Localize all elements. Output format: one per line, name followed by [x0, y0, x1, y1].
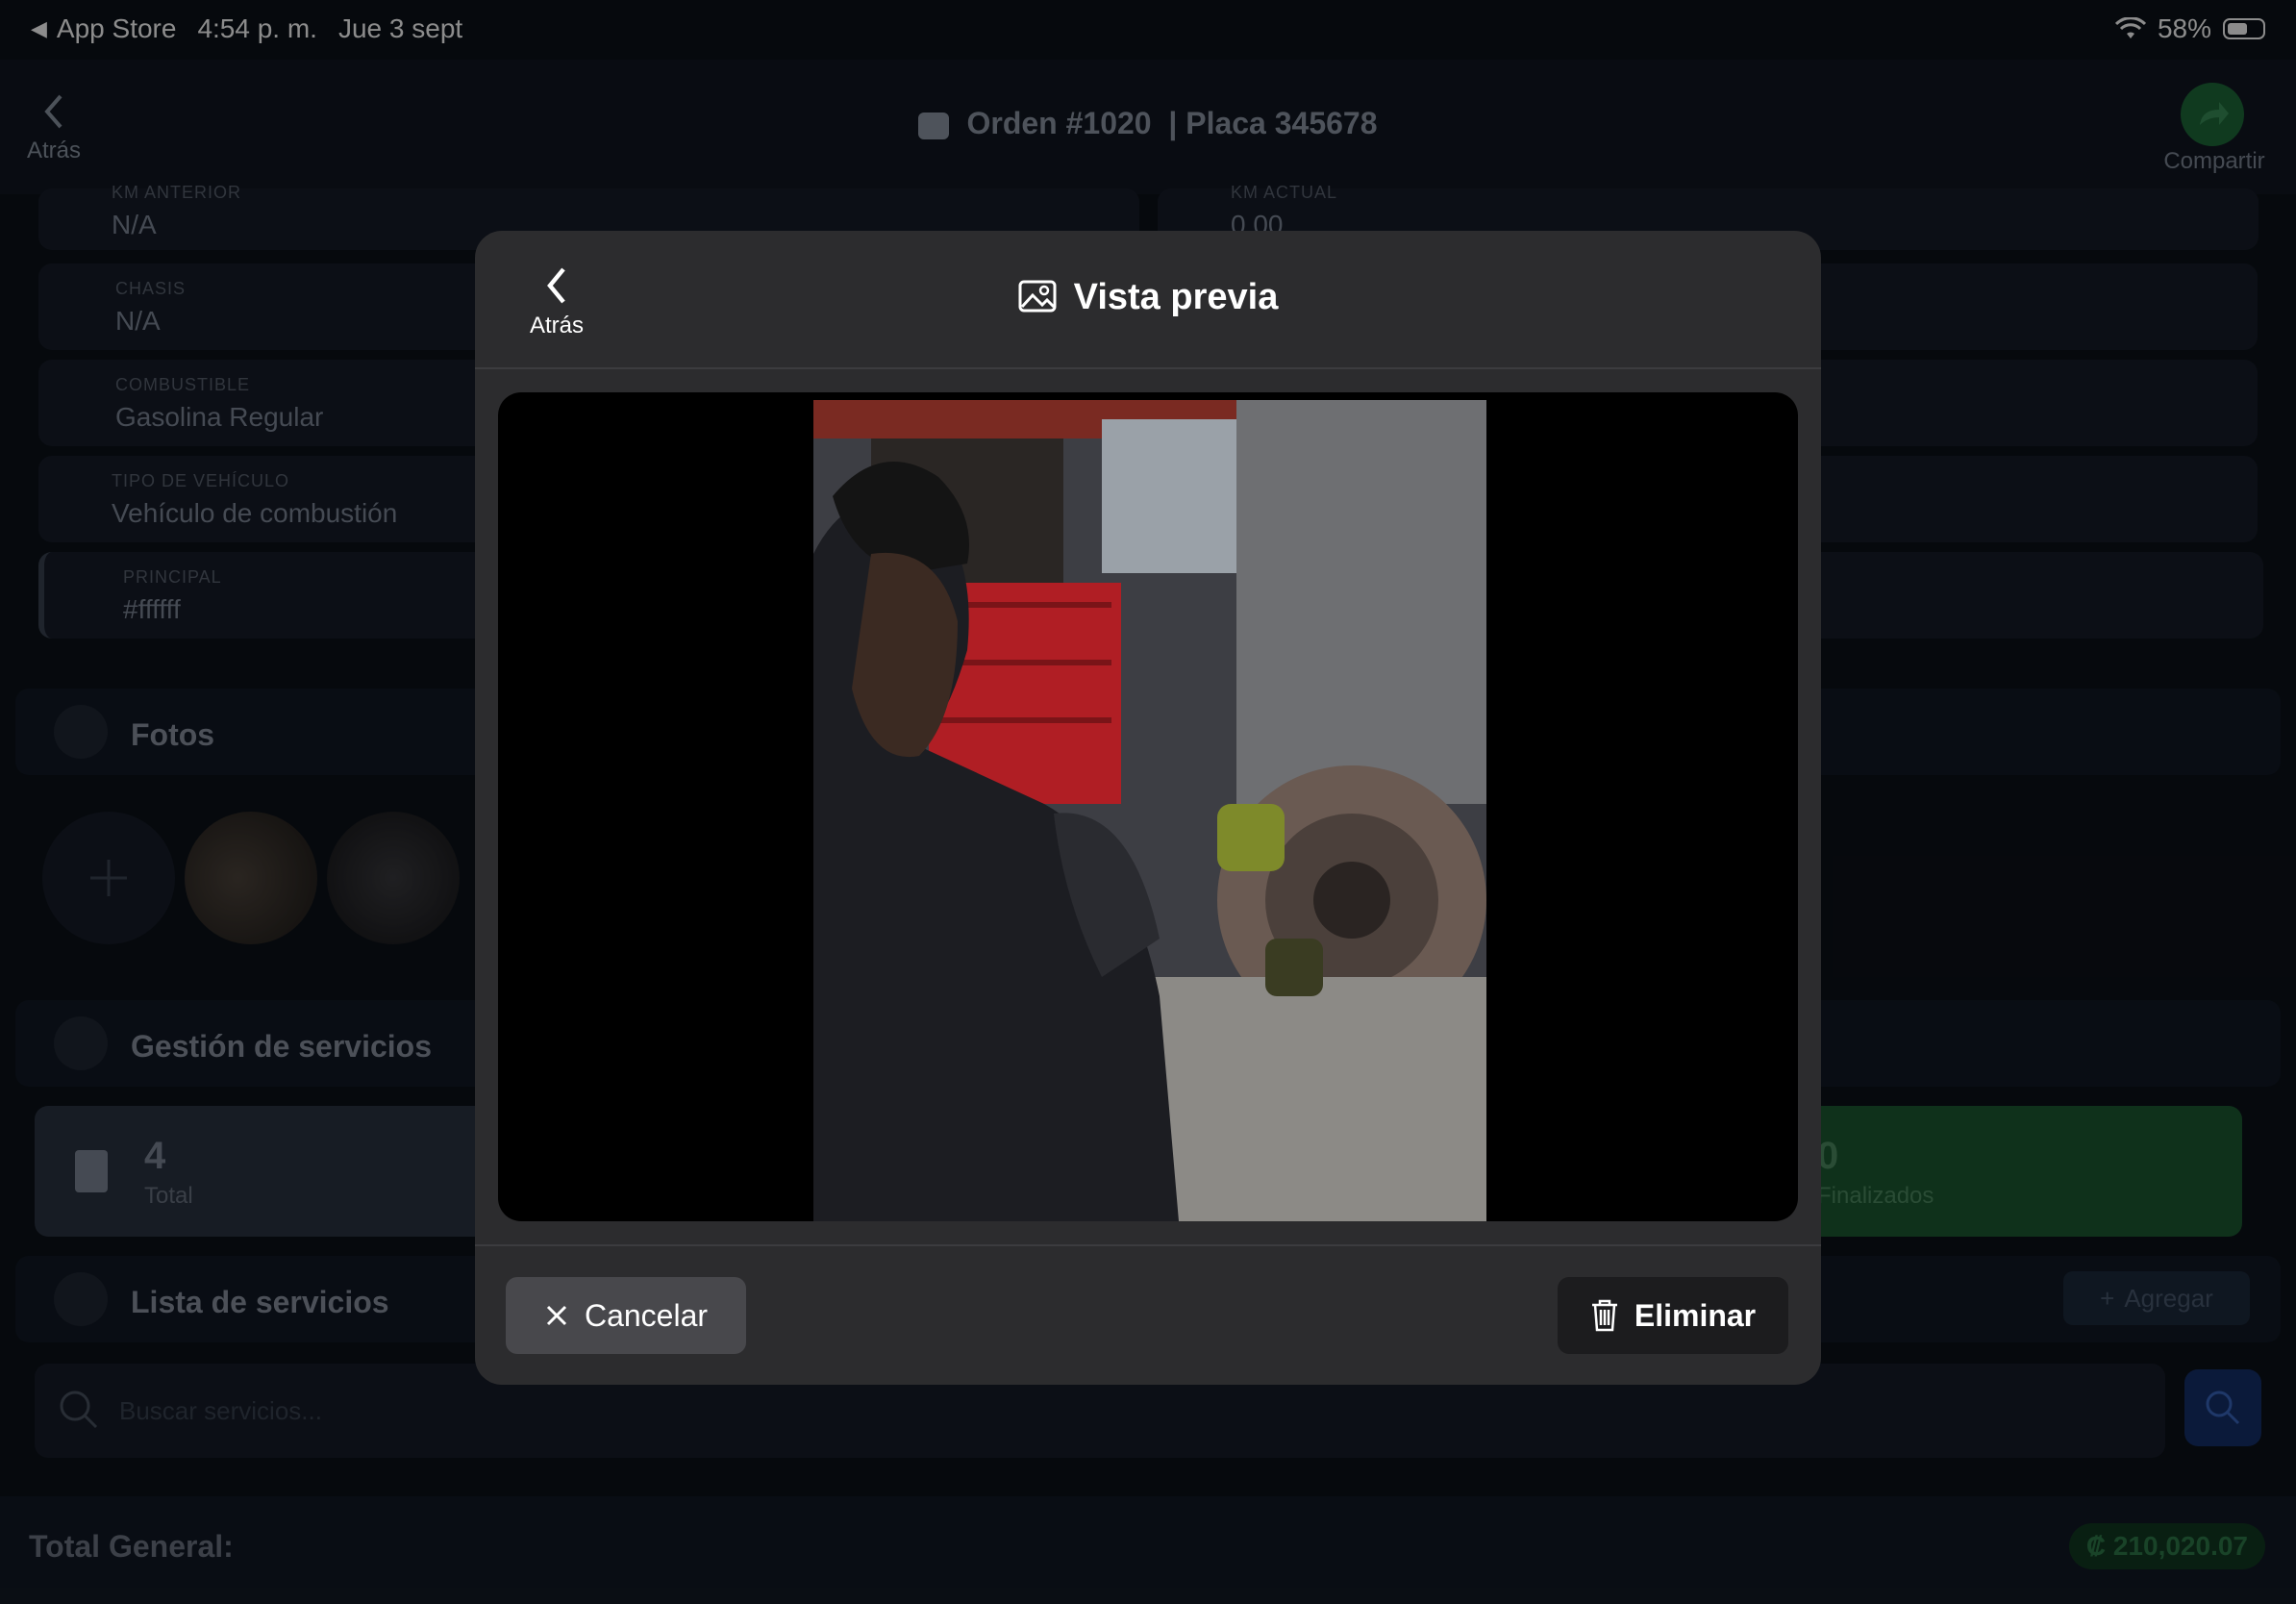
delete-button[interactable]: Eliminar	[1558, 1277, 1788, 1354]
delete-label: Eliminar	[1634, 1297, 1757, 1333]
preview-modal: Atrás Vista previa Cancelar Eliminar	[475, 231, 1821, 1385]
trash-icon	[1591, 1299, 1617, 1332]
image-preview-area	[498, 392, 1798, 1221]
mechanic-photo	[813, 400, 1486, 1221]
cancel-label: Cancelar	[584, 1297, 709, 1333]
close-icon	[546, 1305, 567, 1326]
cancel-button[interactable]: Cancelar	[506, 1277, 746, 1354]
modal-title: Vista previa	[475, 277, 1821, 318]
image-icon	[1018, 280, 1057, 313]
modal-title-text: Vista previa	[1073, 277, 1279, 317]
